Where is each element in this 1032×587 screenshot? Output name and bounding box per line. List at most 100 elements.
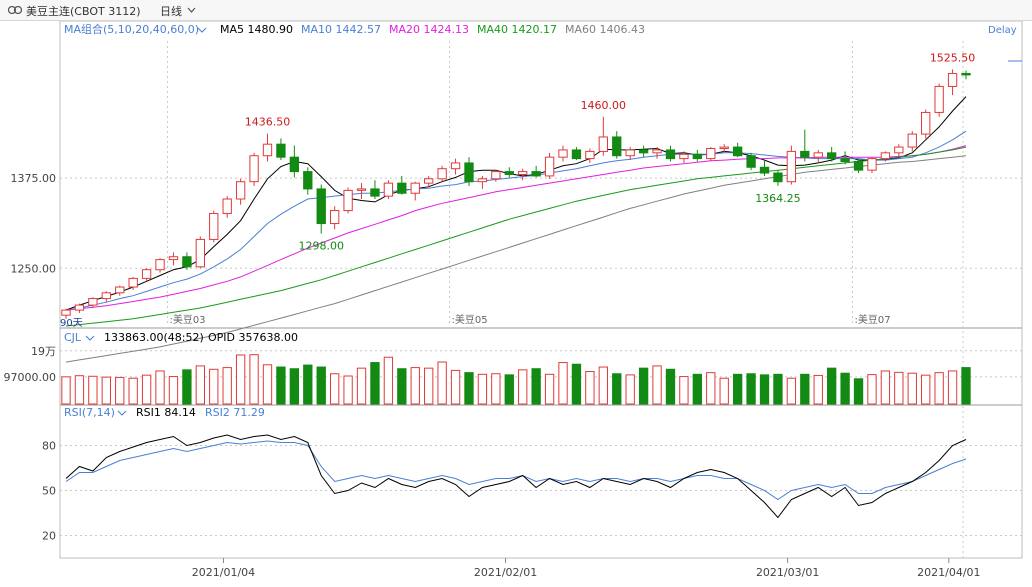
instrument-title[interactable]: 美豆主连(CBOT 3112): [26, 3, 141, 19]
axis-labels: 1375.00 1250.00 19万 97000.00 80 50 20:美豆03:美豆0…: [4, 52, 981, 580]
candle-body: [907, 133, 917, 148]
price-annotation: 1364.25: [755, 192, 801, 205]
price-annotation: 1436.50: [245, 116, 291, 129]
volume-bar: [464, 372, 474, 405]
volume-bar: [115, 376, 125, 405]
volume-bar: [625, 374, 635, 405]
candle-body: [867, 158, 877, 171]
rsi-lines: [65, 434, 967, 519]
volume-bar: [638, 367, 649, 405]
candle-body: [921, 111, 931, 135]
toolbar: 美豆主连(CBOT 3112) 日线: [0, 0, 1032, 21]
volume-bar: [827, 367, 837, 405]
volume-bar: [961, 367, 971, 405]
candle-body: [262, 143, 273, 157]
volume-bar: [397, 368, 407, 405]
volume-bar: [316, 366, 326, 405]
chart-window: 美豆主连(CBOT 3112) 日线 1375.00 1250.00 19万 9700…: [0, 0, 1032, 587]
candle-body: [706, 148, 716, 160]
candle-body: [518, 171, 528, 175]
chevron-down-icon[interactable]: [85, 335, 95, 341]
candle-body: [141, 269, 152, 279]
volume-bar: [370, 362, 380, 405]
price-annotation: 1460.00: [581, 99, 627, 112]
candle-body: [827, 152, 837, 160]
volume-bar: [504, 374, 514, 405]
candle-body: [692, 153, 703, 160]
ma-line-ma40: [65, 146, 967, 327]
candle-body: [504, 171, 514, 175]
candle-body: [612, 136, 622, 157]
candle-body: [101, 292, 111, 300]
volume-bar: [329, 373, 340, 405]
volume-bar: [786, 377, 797, 405]
price-tick-label: 1375.00: [11, 172, 57, 185]
volume-bar: [437, 361, 447, 405]
ma-legend-label[interactable]: MA组合(5,10,20,40,60,0): [64, 22, 199, 36]
ma-legend-item: MA20 1424.13: [389, 23, 469, 36]
contract-label: :美豆07: [855, 313, 891, 326]
candle-body: [343, 189, 353, 212]
volume-bar: [491, 373, 501, 405]
candle-body: [88, 298, 98, 306]
candle-body: [732, 146, 743, 157]
candlestick-chart[interactable]: 1375.00 1250.00 19万 97000.00 80 50 20:美豆03:美豆0…: [0, 21, 1032, 587]
candle-body: [356, 188, 367, 191]
rsi-tick-label: 80: [42, 440, 56, 453]
candles: [61, 69, 971, 319]
candle-body: [598, 136, 608, 152]
volume-legend-label[interactable]: CJL: [64, 331, 82, 344]
period-selector[interactable]: 日线: [160, 3, 182, 19]
chevron-down-icon[interactable]: [187, 7, 196, 13]
candle-body: [276, 143, 286, 158]
ma-legend-item: MA10 1442.57: [301, 23, 381, 36]
link-icon[interactable]: [8, 6, 22, 14]
rsi2-value: RSI2 71.29: [205, 406, 265, 419]
rsi-legend-label[interactable]: RSI(7,14): [64, 406, 115, 419]
ma-legend-item: MA60 1406.43: [565, 23, 645, 36]
candle-body: [773, 172, 783, 183]
volume-bar: [74, 375, 85, 405]
ma-legend-item: MA5 1480.90: [220, 23, 293, 36]
volume-bar: [410, 367, 420, 405]
volume-bar: [598, 366, 608, 405]
candle-body: [544, 156, 555, 177]
candle-body: [168, 256, 179, 261]
candle-body: [491, 171, 501, 180]
candle-body: [759, 166, 770, 174]
volume-bar: [61, 376, 71, 405]
candle-body: [222, 198, 232, 214]
volume-bar: [182, 369, 192, 405]
candle-body: [652, 149, 662, 154]
volume-bar: [101, 376, 111, 405]
ma-legend-values: MA5 1480.90 MA10 1442.57 MA20 1424.13 MA40 …: [220, 23, 645, 36]
candle-body: [679, 153, 689, 160]
volume-value: 133863.00(48:52): [104, 331, 204, 344]
volume-bar: [289, 368, 300, 405]
volume-bar: [88, 375, 98, 405]
candle-body: [195, 238, 205, 268]
x-tick-label: 2021/03/01: [756, 566, 819, 579]
candle-body: [74, 304, 85, 311]
open-interest-value: OPID 357638.00: [208, 331, 298, 344]
candle-body: [934, 85, 944, 113]
chevron-down-icon[interactable]: [197, 27, 207, 33]
volume-bar: [934, 372, 944, 405]
candle-body: [571, 149, 582, 160]
candle-body: [800, 150, 810, 158]
chevron-down-icon[interactable]: [117, 410, 127, 416]
period-marker: 90天: [60, 318, 83, 329]
volume-tick-label: 97000.00: [4, 371, 57, 384]
volume-bar: [746, 373, 756, 405]
candle-body: [383, 182, 394, 197]
candle-body: [128, 277, 138, 288]
volume-bar: [531, 368, 541, 405]
volume-bar: [168, 376, 179, 405]
candle-body: [249, 155, 259, 183]
volume-bar: [679, 376, 689, 405]
x-tick-label: 2021/04/01: [917, 566, 980, 579]
volume-bar: [612, 373, 622, 405]
candle-body: [410, 182, 420, 194]
volume-bar: [303, 364, 313, 405]
candle-body: [961, 72, 971, 76]
